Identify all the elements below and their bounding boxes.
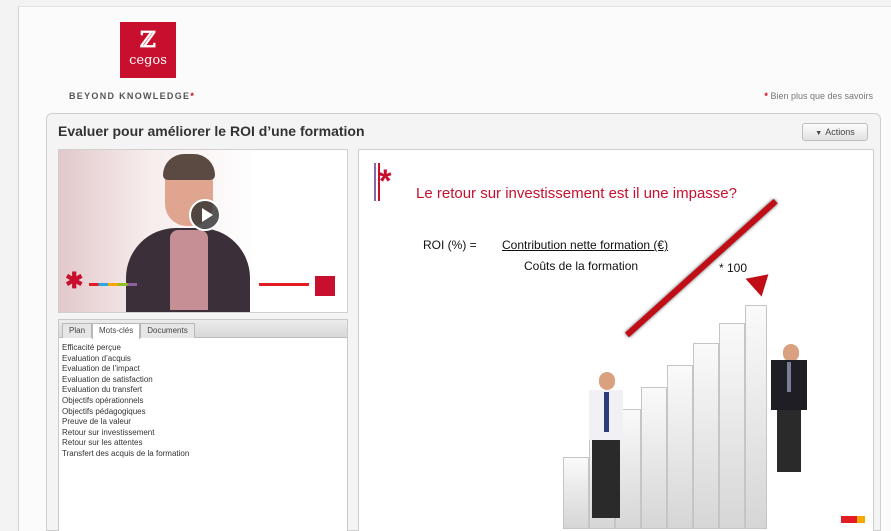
- chart-step: [667, 365, 693, 529]
- video-player[interactable]: ✱: [58, 149, 348, 313]
- keyword-item[interactable]: Retour sur les attentes: [62, 438, 347, 449]
- keyword-item[interactable]: Evaluation d’acquis: [62, 354, 347, 365]
- keyword-item[interactable]: Retour sur investissement: [62, 428, 347, 439]
- keyword-item[interactable]: Evaluation de l’impact: [62, 364, 347, 375]
- keyword-item[interactable]: Transfert des acquis de la formation: [62, 449, 347, 460]
- video-red-band: [259, 283, 309, 286]
- presenter-hair: [163, 154, 215, 180]
- keyword-item[interactable]: Objectifs pédagogiques: [62, 407, 347, 418]
- chevron-down-icon: ▼: [815, 130, 823, 137]
- tab-bar: Plan Mots-clés Documents: [59, 320, 347, 339]
- chart-step: [693, 343, 719, 529]
- keyword-item[interactable]: Objectifs opérationnels: [62, 396, 347, 407]
- tab-mots-cles[interactable]: Mots-clés: [92, 323, 141, 339]
- slogan-text: Bien plus que des savoirs: [770, 91, 873, 101]
- video-color-band: [89, 283, 137, 286]
- tab-documents[interactable]: Documents: [140, 323, 195, 338]
- arrow-head-icon: [745, 265, 777, 297]
- businessman-left: [581, 372, 631, 522]
- keyword-item[interactable]: Evaluation de satisfaction: [62, 375, 347, 386]
- tagline-star: *: [190, 91, 196, 101]
- keyword-item[interactable]: Efficacité perçue: [62, 343, 347, 354]
- actions-label: Actions: [825, 127, 855, 137]
- presenter-shirt: [170, 230, 208, 310]
- slide-page-badge: [841, 516, 865, 523]
- logo-mark: ℤ: [139, 27, 157, 53]
- chart-step: [641, 387, 667, 529]
- course-panel: Evaluer pour améliorer le ROI d’une form…: [46, 113, 881, 531]
- brand-tagline: BEYOND KNOWLEDGE*: [69, 91, 195, 101]
- growth-illustration: [359, 150, 873, 531]
- slogan-star: *: [764, 91, 768, 101]
- keyword-list: Efficacité perçue Evaluation d’acquis Ev…: [59, 338, 347, 460]
- slide-viewer: * Le retour sur investissement est il un…: [358, 149, 874, 531]
- keywords-panel: Plan Mots-clés Documents Efficacité perçue…: [58, 319, 348, 531]
- video-asterisk-icon: ✱: [65, 268, 84, 293]
- course-title: Evaluer pour améliorer le ROI d’une form…: [58, 123, 365, 139]
- chart-step: [745, 305, 767, 529]
- video-logo-icon: [315, 276, 335, 296]
- keyword-item[interactable]: Preuve de la valeur: [62, 417, 347, 428]
- chart-step: [719, 323, 745, 529]
- logo-text: cegos: [129, 53, 167, 68]
- businessman-right: [765, 344, 813, 474]
- brand-slogan: * Bien plus que des savoirs: [764, 91, 873, 101]
- tab-plan[interactable]: Plan: [62, 323, 93, 338]
- actions-button[interactable]: ▼ Actions: [802, 123, 868, 141]
- tagline-text: BEYOND KNOWLEDGE: [69, 91, 191, 101]
- keyword-item[interactable]: Evaluation du transfert: [62, 385, 347, 396]
- cegos-logo[interactable]: ℤ cegos: [120, 22, 176, 78]
- play-icon[interactable]: [189, 199, 221, 231]
